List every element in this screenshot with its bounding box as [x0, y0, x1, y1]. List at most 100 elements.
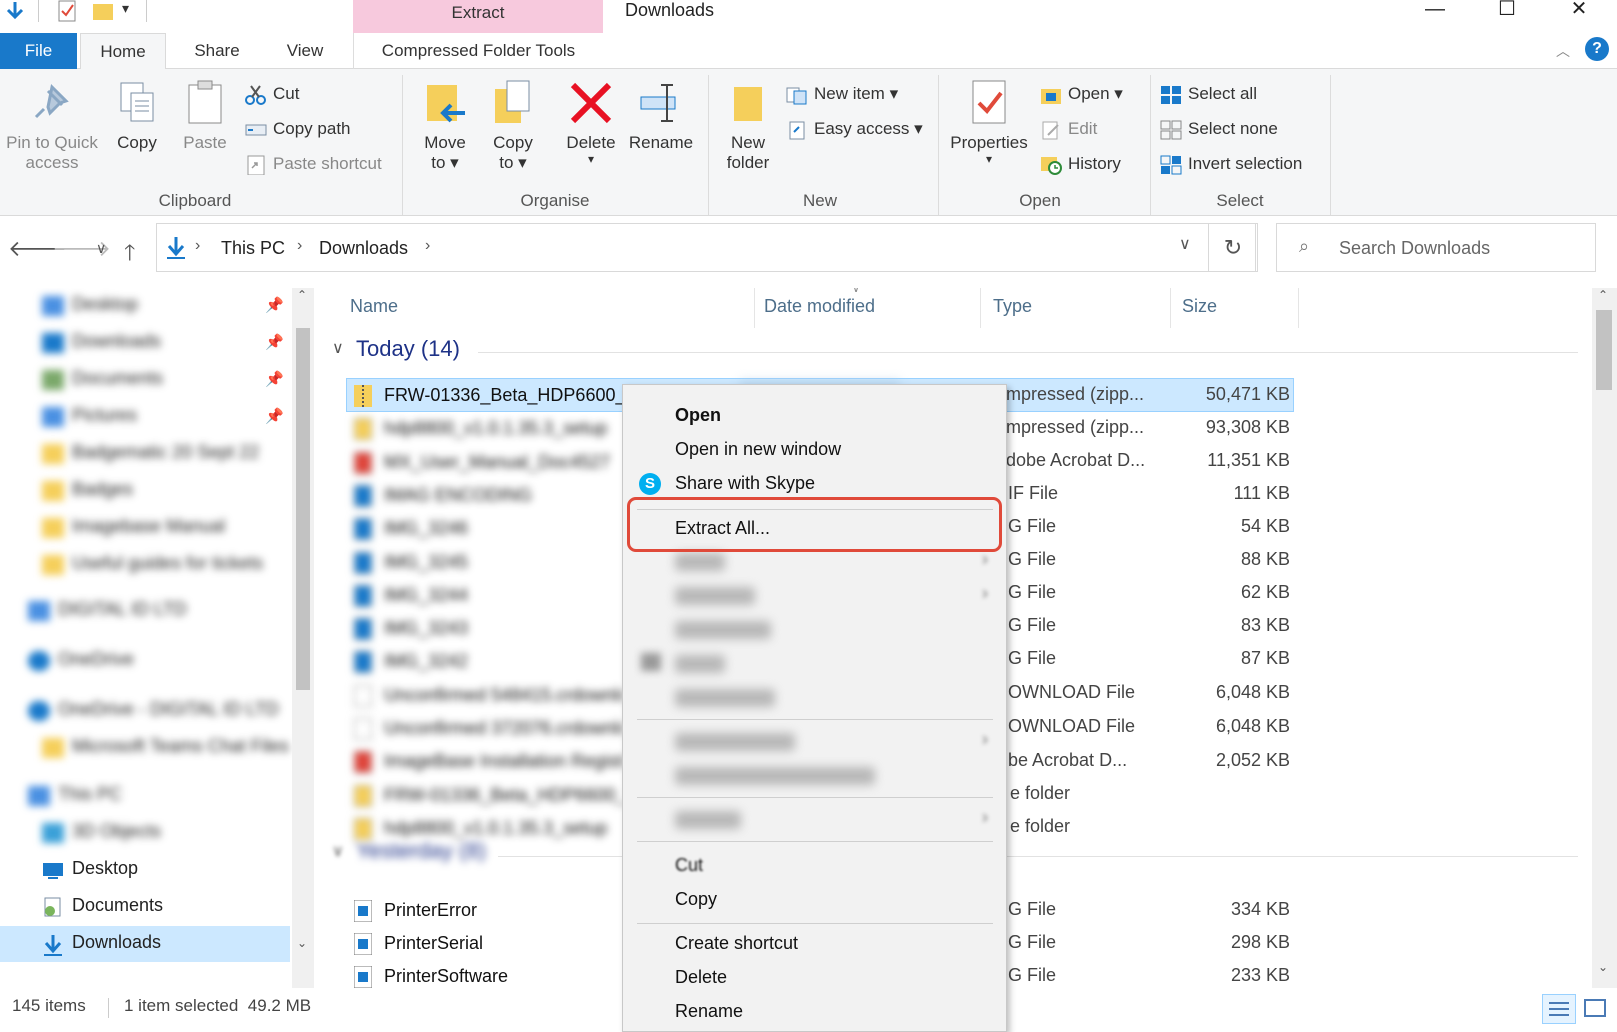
extract-context-tab[interactable]: Extract	[353, 0, 603, 33]
new-folder-quick-icon[interactable]	[92, 0, 114, 24]
nav-item-onedrive[interactable]: OneDrive	[0, 643, 290, 679]
nav-item-organisation[interactable]: DIGITAL ID LTD	[0, 593, 290, 629]
paste-button[interactable]: Paste	[178, 69, 232, 153]
column-header-size[interactable]: Size	[1182, 296, 1217, 317]
column-header-date-modified[interactable]: Date modified	[764, 296, 875, 317]
move-to-button[interactable]: Move to ▾	[414, 69, 476, 173]
collapse-group-chevron-icon[interactable]: ∨	[332, 841, 344, 861]
nav-scroll-thumb[interactable]	[296, 328, 310, 690]
nav-item-this-pc[interactable]: This PC	[0, 778, 290, 814]
down-arrow-icon[interactable]	[4, 0, 26, 24]
menu-item-restore-versions[interactable]	[675, 767, 875, 785]
select-none-button[interactable]: Select none	[1160, 114, 1278, 144]
collapse-ribbon-icon[interactable]: ︿	[1556, 41, 1570, 61]
tab-share[interactable]: Share	[184, 33, 250, 69]
open-button[interactable]: Open ▾	[1040, 79, 1123, 109]
column-divider[interactable]	[754, 288, 755, 328]
help-icon[interactable]: ?	[1585, 37, 1609, 61]
details-view-button[interactable]	[1542, 994, 1576, 1024]
menu-item-open[interactable]: Open	[675, 405, 721, 426]
large-icons-view-button[interactable]	[1582, 996, 1608, 1020]
properties-button[interactable]: Properties ▾	[944, 69, 1034, 165]
pin-to-quick-access-button[interactable]: Pin to Quick access	[0, 69, 104, 173]
tab-view[interactable]: View	[274, 33, 336, 69]
nav-pane-scrollbar[interactable]: ⌃ ⌄	[292, 288, 314, 988]
up-arrow-icon[interactable]: 🡑	[124, 236, 135, 274]
history-button[interactable]: History	[1040, 149, 1121, 179]
menu-item-open-with[interactable]	[675, 689, 775, 707]
scroll-up-icon[interactable]: ⌃	[1598, 288, 1608, 302]
menu-item-share[interactable]	[675, 655, 725, 673]
search-box[interactable]: ⌕ Search Downloads	[1276, 223, 1596, 272]
menu-item-rename[interactable]: Rename	[675, 1001, 743, 1022]
edit-button[interactable]: Edit	[1040, 114, 1097, 144]
nav-item-onedrive-business[interactable]: OneDrive - DIGITAL ID LTD	[0, 693, 290, 729]
quick-access-dropdown[interactable]: ▾	[122, 0, 129, 17]
group-header-today[interactable]: Today (14)	[356, 336, 460, 362]
tab-file[interactable]: File	[0, 33, 77, 69]
nav-item-folder[interactable]: Badges	[0, 473, 290, 509]
copy-to-button[interactable]: Copy to ▾	[482, 69, 544, 173]
maximize-button[interactable]: ☐	[1484, 0, 1530, 26]
column-divider[interactable]	[980, 288, 981, 328]
tab-home[interactable]: Home	[80, 33, 166, 70]
pin-icon[interactable]: 📌	[265, 333, 284, 351]
menu-item-open-new-window[interactable]: Open in new window	[675, 439, 841, 460]
collapse-group-chevron-icon[interactable]: ∨	[332, 338, 344, 358]
close-button[interactable]: ✕	[1556, 0, 1602, 26]
menu-item-delete[interactable]: Delete	[675, 967, 727, 988]
nav-item-downloads[interactable]: Downloads	[0, 926, 290, 962]
cut-button[interactable]: Cut	[245, 79, 299, 109]
menu-item-create-shortcut[interactable]: Create shortcut	[675, 933, 798, 954]
menu-item-give-access[interactable]	[675, 733, 795, 751]
invert-selection-button[interactable]: Invert selection	[1160, 149, 1302, 179]
nav-item-folder[interactable]: Imagebase Manual	[0, 510, 290, 546]
pin-icon[interactable]: 📌	[265, 407, 284, 425]
scroll-up-icon[interactable]: ⌃	[297, 288, 307, 302]
breadcrumb-downloads[interactable]: Downloads	[319, 238, 408, 259]
delete-button[interactable]: Delete ▾	[556, 69, 626, 165]
nav-item-folder[interactable]: Useful guides for tickets	[0, 547, 290, 583]
scroll-down-icon[interactable]: ⌄	[297, 936, 307, 950]
column-header-type[interactable]: Type	[993, 296, 1032, 317]
copy-path-button[interactable]: Copy path	[245, 114, 351, 144]
menu-item-cut[interactable]: Cut	[675, 855, 703, 876]
tab-compressed-folder-tools[interactable]: Compressed Folder Tools	[353, 33, 603, 69]
file-list-scrollbar[interactable]: ⌃ ⌄	[1592, 288, 1617, 988]
easy-access-button[interactable]: Easy access ▾	[786, 114, 923, 144]
menu-item-copy[interactable]: Copy	[675, 889, 717, 910]
nav-item-quick-pictures[interactable]: Pictures 📌	[0, 399, 290, 435]
nav-item-quick-downloads[interactable]: Downloads 📌	[0, 325, 290, 361]
nav-item-folder[interactable]: Badgematic 20 Sept 22	[0, 436, 290, 472]
address-dropdown-chevron-icon[interactable]: ∨	[1179, 234, 1191, 254]
menu-item-pin-to-start[interactable]	[675, 621, 771, 639]
minimize-button[interactable]: —	[1412, 0, 1458, 26]
menu-item-share-skype[interactable]: Share with Skype	[675, 473, 815, 494]
address-bar[interactable]: › This PC › Downloads › ∨	[156, 223, 1256, 272]
column-divider[interactable]	[1170, 288, 1171, 328]
refresh-button[interactable]: ↻	[1208, 223, 1258, 272]
menu-item-7zip[interactable]	[675, 553, 725, 571]
select-all-button[interactable]: Select all	[1160, 79, 1257, 109]
menu-item-send-to[interactable]	[675, 811, 741, 829]
file-list-scroll-thumb[interactable]	[1596, 310, 1612, 390]
scroll-down-icon[interactable]: ⌄	[1598, 960, 1608, 974]
nav-item-quick-desktop[interactable]: Desktop 📌	[0, 288, 290, 324]
new-folder-button[interactable]: New folder	[716, 69, 780, 173]
pin-icon[interactable]: 📌	[265, 296, 284, 314]
nav-item-quick-documents[interactable]: Documents 📌	[0, 362, 290, 398]
paste-shortcut-button[interactable]: Paste shortcut	[245, 149, 382, 179]
properties-quick-icon[interactable]	[56, 0, 78, 24]
new-item-button[interactable]: New item ▾	[786, 79, 898, 109]
menu-item-crc-sha[interactable]	[675, 587, 755, 605]
pin-icon[interactable]: 📌	[265, 370, 284, 388]
nav-item-folder[interactable]: Microsoft Teams Chat Files	[0, 730, 290, 766]
nav-item-desktop[interactable]: Desktop	[0, 852, 290, 888]
nav-item-documents[interactable]: Documents	[0, 889, 290, 925]
breadcrumb-this-pc[interactable]: This PC	[221, 238, 285, 259]
recent-locations-chevron-icon[interactable]: ∨	[96, 240, 106, 257]
column-header-name[interactable]: Name	[350, 296, 398, 317]
copy-button[interactable]: Copy	[110, 69, 164, 153]
rename-button[interactable]: Rename	[626, 69, 696, 153]
nav-item-3d-objects[interactable]: 3D Objects	[0, 815, 290, 851]
